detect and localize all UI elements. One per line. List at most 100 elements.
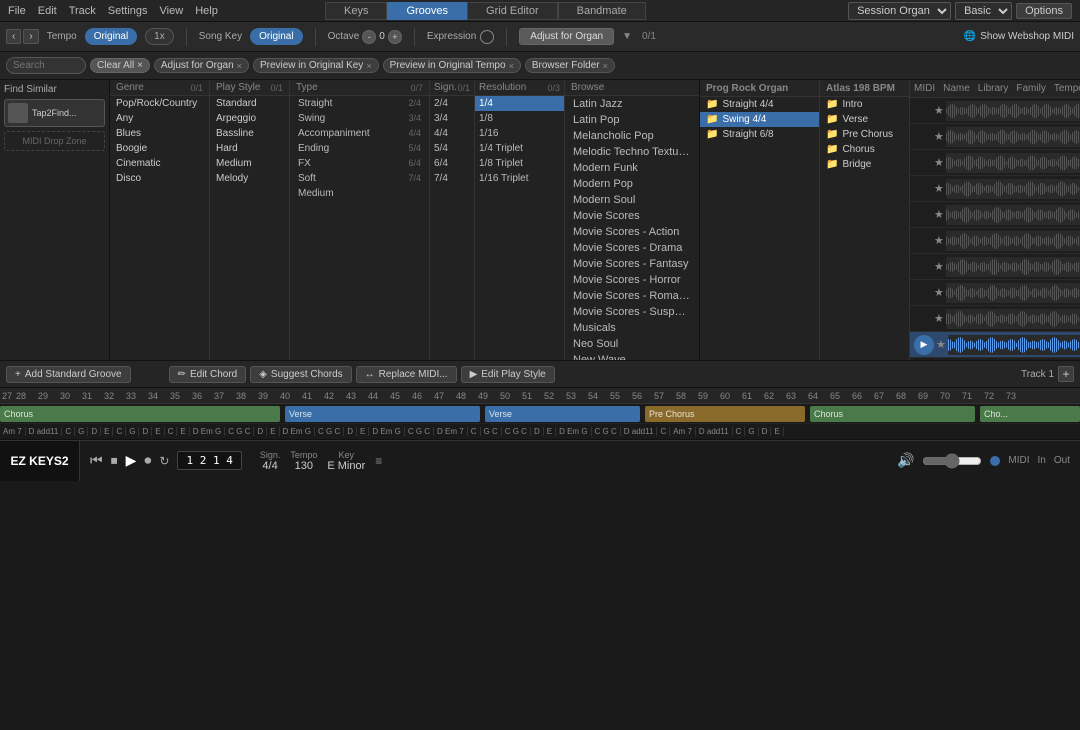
type-fx[interactable]: FX6/4 [290,156,429,171]
song-key-original-btn[interactable]: Original [250,28,302,45]
genre-item-cinematic[interactable]: Cinematic [110,156,209,171]
record-btn[interactable]: ⏺ [144,452,151,469]
genre-item-boogie[interactable]: Boogie [110,141,209,156]
adjust-btn[interactable]: Adjust for Organ [519,28,614,45]
filter-tag-close[interactable]: × [237,61,242,71]
expression-circle[interactable] [480,30,494,44]
row-star[interactable]: ★ [934,130,944,143]
style-bassline[interactable]: Bassline [210,126,289,141]
view-menu[interactable]: View [160,5,184,17]
result-row[interactable]: ★Pre Chorus 03Prog Rock OrganAtlas 198 B… [910,306,1080,332]
style-arpeggio[interactable]: Arpeggio [210,111,289,126]
res-14[interactable]: 1/4 [475,96,564,111]
genre-item-disco[interactable]: Disco [110,171,209,186]
type-swing[interactable]: Swing3/4 [290,111,429,126]
row-play-btn[interactable]: ▶ [914,335,934,355]
style-standard[interactable]: Standard [210,96,289,111]
segment-verse1[interactable]: Verse [285,406,480,422]
edit-chord-btn[interactable]: ✏ Edit Chord [169,366,247,383]
options-button[interactable]: Options [1016,3,1072,19]
atlas-verse[interactable]: 📁 Verse [820,112,909,127]
edit-play-style-btn[interactable]: ▶ Edit Play Style [461,366,555,383]
session-select[interactable]: Session Organ [848,2,951,20]
filter-tag-close3[interactable]: × [509,61,514,71]
suggest-chords-btn[interactable]: ◈ Suggest Chords [250,366,351,383]
tab-grid-editor[interactable]: Grid Editor [467,2,558,20]
result-row[interactable]: ★Bridge 01Prog Rock OrganAtlas 198 BPM19… [910,176,1080,202]
rewind-btn[interactable]: ⏮ [90,452,103,469]
replace-midi-btn[interactable]: ↔ Replace MIDI... [356,366,457,383]
sidebar-item-movie-scores---fantasy[interactable]: Movie Scores - Fantasy [565,256,699,272]
result-row[interactable]: ★Verse 03Prog Rock OrganAtlas 198 BPM198… [910,98,1080,124]
style-melody[interactable]: Melody [210,171,289,186]
filter-tag-close2[interactable]: × [366,61,371,71]
sign-34[interactable]: 3/4 [430,111,474,126]
help-menu[interactable]: Help [195,5,218,17]
result-row[interactable]: ★Bridge 02Prog Rock OrganAtlas 198 BPM19… [910,358,1080,360]
res-14t[interactable]: 1/4 Triplet [475,141,564,156]
sidebar-item-movie-scores---romance[interactable]: Movie Scores - Romance [565,288,699,304]
volume-slider[interactable] [922,453,982,469]
filter-tag-adjust[interactable]: Adjust for Organ × [154,58,249,73]
filter-tag-key[interactable]: Preview in Original Key × [253,58,379,73]
style-hard[interactable]: Hard [210,141,289,156]
res-116[interactable]: 1/16 [475,126,564,141]
edit-menu[interactable]: Edit [38,5,57,17]
genre-item-poprock[interactable]: Pop/Rock/Country [110,96,209,111]
segment-prechorus[interactable]: Pre Chorus [645,406,805,422]
sidebar-item-movie-scores[interactable]: Movie Scores [565,208,699,224]
adjust-dropdown[interactable]: ▼ [622,31,632,42]
sign-44[interactable]: 4/4 [430,126,474,141]
sign-64[interactable]: 6/4 [430,156,474,171]
segment-verse2[interactable]: Verse [485,406,640,422]
type-medium2[interactable]: Medium [290,186,429,201]
prog-swing44[interactable]: 📁 Swing 4/4 [700,112,819,127]
type-soft[interactable]: Soft7/4 [290,171,429,186]
row-star[interactable]: ★ [934,312,944,325]
prog-straight68[interactable]: 📁 Straight 6/8 [700,127,819,142]
original-btn[interactable]: Original [85,28,137,45]
octave-up[interactable]: + [388,30,402,44]
midi-drop-zone[interactable]: MIDI Drop Zone [4,131,105,151]
nav-back[interactable]: ‹ [6,29,21,44]
type-accompaniment[interactable]: Accompaniment4/4 [290,126,429,141]
sidebar-item-musicals[interactable]: Musicals [565,320,699,336]
style-medium[interactable]: Medium [210,156,289,171]
row-star[interactable]: ★ [934,234,944,247]
row-star[interactable]: ★ [934,156,944,169]
settings-menu[interactable]: Settings [108,5,148,17]
sidebar-item-melodic-techno-textures[interactable]: Melodic Techno Textures [565,144,699,160]
row-star[interactable]: ★ [936,338,946,351]
sidebar-item-modern-soul[interactable]: Modern Soul [565,192,699,208]
clear-button[interactable]: Clear All × [90,58,150,73]
add-groove-btn[interactable]: + Add Standard Groove [6,366,131,383]
sidebar-item-modern-funk[interactable]: Modern Funk [565,160,699,176]
add-track-btn[interactable]: + [1058,366,1074,382]
tab-grooves[interactable]: Grooves [387,2,467,20]
sidebar-item-latin-jazz[interactable]: Latin Jazz [565,96,699,112]
result-row[interactable]: ★Bridge 03Prog Rock OrganAtlas 198 BPM19… [910,254,1080,280]
atlas-bridge[interactable]: 📁 Bridge [820,157,909,172]
track-menu[interactable]: Track [69,5,96,17]
row-star[interactable]: ★ [934,260,944,273]
res-18[interactable]: 1/8 [475,111,564,126]
stop-btn[interactable]: ⏹ [111,452,118,469]
prog-straight44[interactable]: 📁 Straight 4/4 [700,97,819,112]
segment-chorus1[interactable]: Chorus [0,406,280,422]
row-star[interactable]: ★ [934,182,944,195]
sidebar-item-latin-pop[interactable]: Latin Pop [565,112,699,128]
octave-down[interactable]: - [362,30,376,44]
sidebar-item-neo-soul[interactable]: Neo Soul [565,336,699,352]
nav-forward[interactable]: › [23,29,38,44]
result-row[interactable]: ★Intro 03Prog Rock OrganAtlas 198 BPM198… [910,228,1080,254]
filter-tag-close4[interactable]: × [603,61,608,71]
loop-btn[interactable]: ↻ [159,454,169,468]
res-18t[interactable]: 1/8 Triplet [475,156,564,171]
row-star[interactable]: ★ [934,104,944,117]
preset-select[interactable]: Basic [955,2,1012,20]
show-webshop-label[interactable]: Show Webshop MIDI [980,31,1074,42]
result-row[interactable]: ★Chorus 02Prog Rock OrganAtlas 198 BPM19… [910,124,1080,150]
atlas-intro[interactable]: 📁 Intro [820,97,909,112]
result-row[interactable]: ★Intro 01Prog Rock OrganAtlas 198 BPM198… [910,150,1080,176]
genre-item-blues[interactable]: Blues [110,126,209,141]
